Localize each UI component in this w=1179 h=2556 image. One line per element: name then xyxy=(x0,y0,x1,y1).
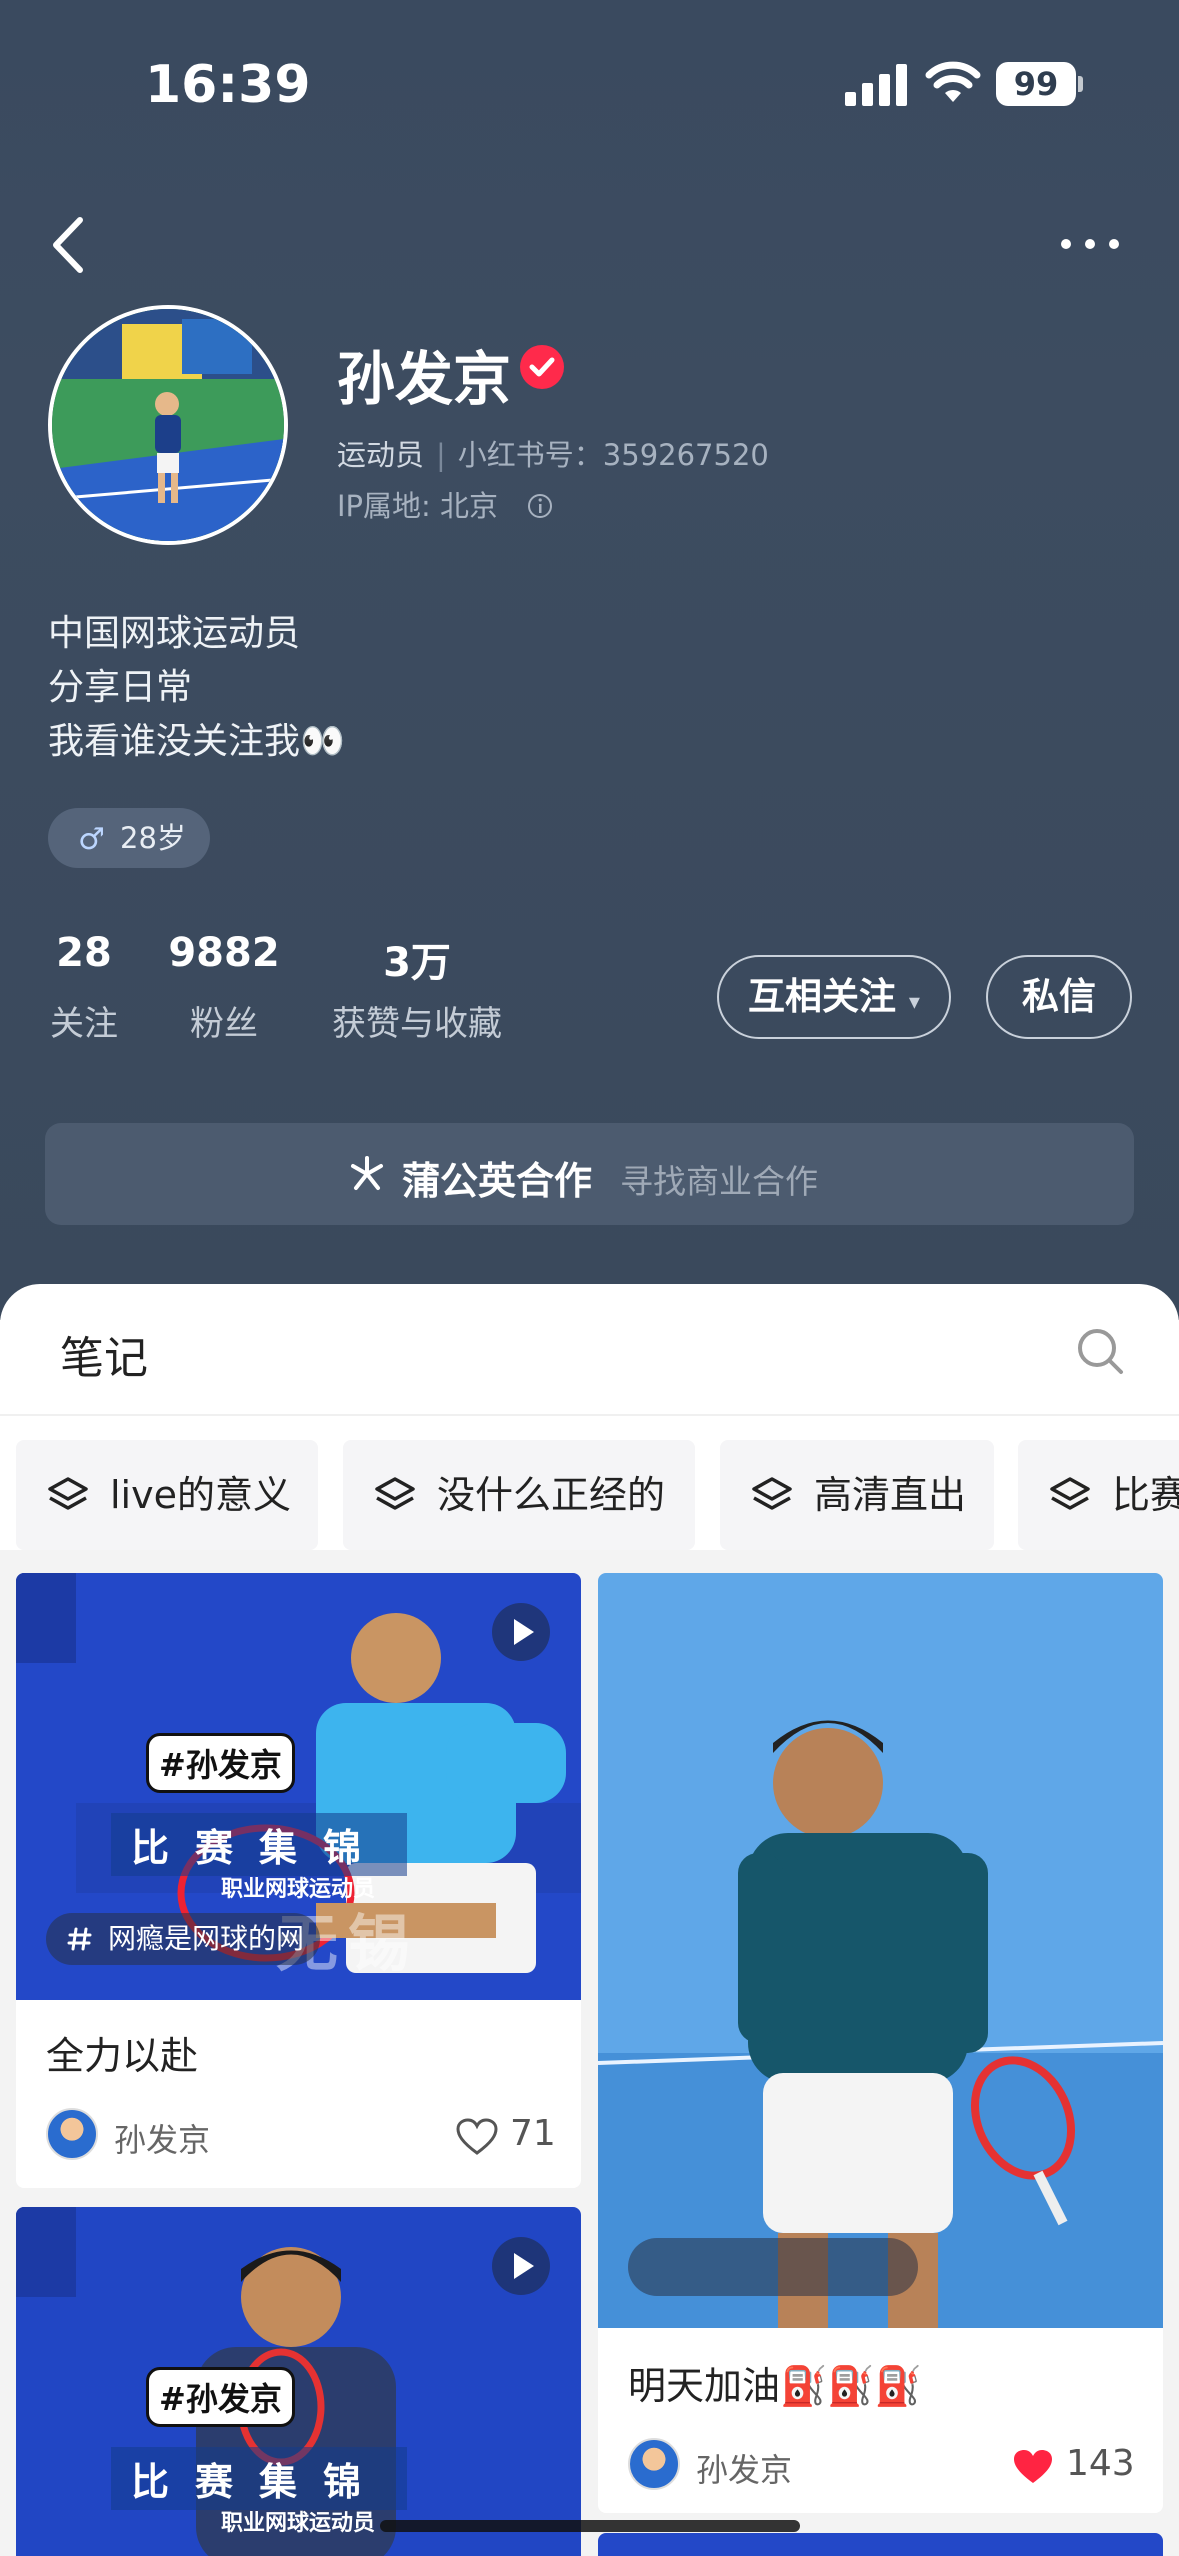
hashtag-name-badge: #孙发京 xyxy=(146,1733,295,1793)
collection-chip[interactable]: 高清直出 xyxy=(720,1440,994,1550)
overlay-caption: 比赛集锦 xyxy=(111,2447,408,2510)
search-icon[interactable] xyxy=(1075,1326,1125,1376)
author-name[interactable]: 孙发京 xyxy=(696,2445,792,2491)
note-card[interactable]: 明天加油⛽⛽⛽ 孙发京 143 xyxy=(598,1573,1163,2513)
author-avatar[interactable] xyxy=(628,2438,680,2490)
male-gender-icon: ♂ xyxy=(78,822,105,857)
author-name[interactable]: 孙发京 xyxy=(114,2115,210,2161)
role-label: 运动员 xyxy=(337,438,425,472)
collection-label: live的意义 xyxy=(110,1473,291,1517)
bio-line: 中国网球运动员 xyxy=(48,613,301,654)
note-title: 明天加油⛽⛽⛽ xyxy=(628,2364,922,2408)
bio-line: 我看谁没关注我👀 xyxy=(48,721,345,762)
author-avatar[interactable] xyxy=(46,2108,98,2160)
overlay-caption: 比赛集锦 xyxy=(111,1813,408,1876)
hashtag-icon xyxy=(67,1927,92,1951)
overlay-subcaption: 职业网球运动员 xyxy=(221,2511,376,2536)
section-divider xyxy=(0,1414,1179,1416)
chevron-down-icon: ▾ xyxy=(908,990,920,1015)
profile-avatar[interactable] xyxy=(48,305,288,545)
meta-divider: | xyxy=(436,438,446,472)
collection-label: 高清直出 xyxy=(814,1473,967,1517)
follow-button-label: 互相关注 xyxy=(748,975,897,1018)
note-card-partial[interactable] xyxy=(598,2533,1163,2556)
red-id[interactable]: 小红书号：359267520 xyxy=(458,438,769,472)
likes-collects-count[interactable]: 3万 xyxy=(327,930,507,988)
collection-chip[interactable]: live的意义 xyxy=(16,1440,318,1550)
bio-line: 分享日常 xyxy=(48,667,193,708)
video-play-icon xyxy=(492,1603,550,1661)
battery-indicator: 99 xyxy=(996,62,1076,106)
note-card[interactable]: #孙发京 比赛集锦 职业网球运动员 无锡 网瘾是网球的网 全力以赴 孙发京 71 xyxy=(16,1573,581,2188)
wifi-icon xyxy=(925,61,981,102)
back-arrow-icon[interactable] xyxy=(40,210,100,280)
hashtag-name-badge: #孙发京 xyxy=(146,2367,295,2427)
profile-bio: 中国网球运动员 分享日常 我看谁没关注我👀 xyxy=(48,607,345,769)
battery-tip xyxy=(1078,76,1083,92)
ip-location: IP属地: 北京 xyxy=(337,489,499,523)
like-count: 143 xyxy=(1066,2443,1135,2484)
mutual-follow-button[interactable]: 互相关注 ▾ xyxy=(717,955,951,1039)
tab-notes[interactable]: 笔记 xyxy=(60,1322,148,1386)
following-count[interactable]: 28 xyxy=(48,930,120,976)
dandelion-icon xyxy=(351,1156,383,1190)
layers-icon xyxy=(48,1477,88,1510)
status-time: 16:39 xyxy=(145,55,311,115)
heart-filled-icon[interactable] xyxy=(1012,2448,1054,2486)
collection-label: 没什么正经的 xyxy=(437,1473,666,1517)
age-tag: 28岁 xyxy=(48,808,210,868)
profile-name: 孙发京 xyxy=(337,345,512,413)
like-count: 71 xyxy=(510,2113,556,2154)
note-card[interactable]: #孙发京 比赛集锦 职业网球运动员 xyxy=(16,2207,581,2556)
heart-outline-icon[interactable] xyxy=(456,2118,498,2156)
layers-icon xyxy=(375,1477,415,1510)
likes-collects-label[interactable]: 获赞与收藏 xyxy=(327,996,507,1045)
collection-label: 比赛 xyxy=(1112,1473,1179,1517)
info-icon[interactable] xyxy=(525,491,555,521)
layers-icon xyxy=(1050,1477,1090,1510)
collab-subtitle: 寻找商业合作 xyxy=(620,1162,818,1201)
more-options-icon[interactable] xyxy=(1050,218,1130,268)
note-title: 全力以赴 xyxy=(46,2034,199,2078)
verified-badge-icon xyxy=(520,345,564,389)
ip-location-line: IP属地: 北京 xyxy=(337,483,555,525)
following-label[interactable]: 关注 xyxy=(48,996,120,1045)
avatar-tennis-photo xyxy=(52,309,284,541)
profile-meta-line: 运动员 | 小红书号：359267520 xyxy=(337,432,769,474)
collection-chip[interactable]: 没什么正经的 xyxy=(343,1440,695,1550)
cellular-signal-icon xyxy=(845,64,907,106)
collab-title: 蒲公英合作 xyxy=(402,1159,593,1203)
layers-icon xyxy=(752,1477,792,1510)
message-button[interactable]: 私信 xyxy=(986,955,1132,1039)
collection-chip[interactable]: 比赛 xyxy=(1018,1440,1179,1550)
followers-count[interactable]: 9882 xyxy=(160,930,288,976)
tag-text: 网瘾是网球的网 xyxy=(108,1922,305,1955)
home-indicator[interactable] xyxy=(380,2520,800,2532)
note-cover-image xyxy=(598,1573,1163,2328)
followers-label[interactable]: 粉丝 xyxy=(160,996,288,1045)
video-play-icon xyxy=(492,2237,550,2295)
